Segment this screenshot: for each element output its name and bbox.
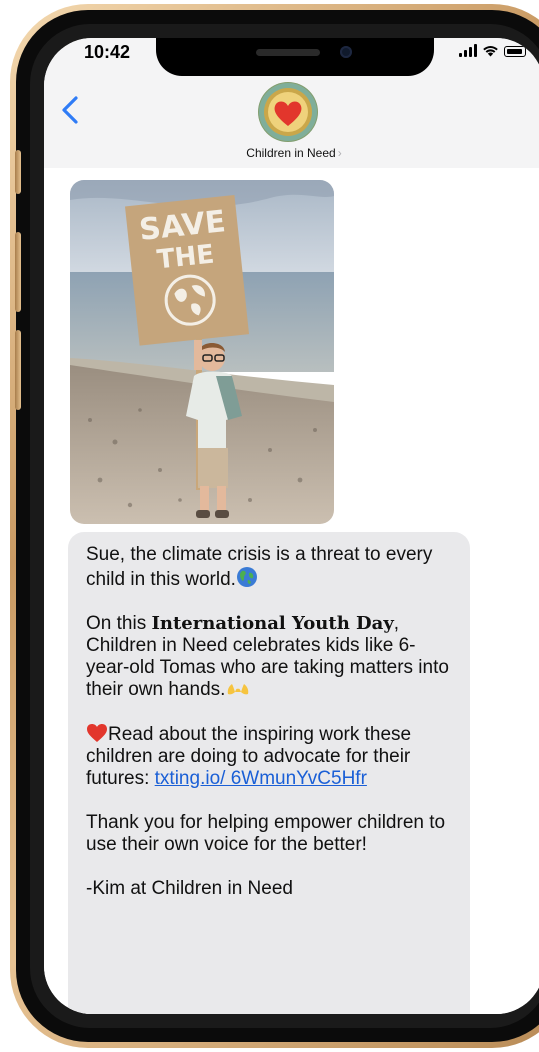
- notch: [156, 38, 434, 76]
- contact-name-label: Children in Need: [246, 146, 336, 160]
- message-paragraph-3: Read about the inspiring work these chil…: [86, 723, 452, 790]
- message-paragraph-2: On this International Youth Day, Childre…: [86, 613, 452, 701]
- back-button[interactable]: [56, 90, 86, 130]
- message-bubble[interactable]: Sue, the climate crisis is a threat to e…: [68, 532, 470, 1014]
- heart-logo-icon: [259, 83, 317, 141]
- mute-switch: [15, 150, 21, 194]
- contact-name-button[interactable]: Children in Need ›: [44, 146, 539, 160]
- message-link[interactable]: txting.io/ 6WmunYvC5Hfr: [155, 768, 367, 789]
- speaker-grille: [256, 49, 320, 56]
- photo-message[interactable]: SAVE THE: [70, 180, 334, 524]
- message-text-2a: On this: [86, 613, 152, 634]
- raising-hands-icon: [228, 684, 249, 695]
- message-text-4: Thank you for helping empower children t…: [86, 812, 446, 855]
- volume-down-button: [15, 330, 21, 410]
- conversation-header: 10:42 Children in Need ›: [44, 38, 539, 169]
- chevron-right-icon: ›: [337, 146, 342, 160]
- red-heart-icon: [87, 724, 107, 742]
- message-bold-text: International Youth Day: [151, 613, 394, 634]
- phone-mockup: 10:42 Children in Need › SAVE THE Sue, t…: [0, 0, 539, 1052]
- chevron-left-icon: [62, 96, 78, 124]
- battery-icon: [504, 46, 526, 57]
- phone-screen: 10:42 Children in Need › SAVE THE Sue, t…: [44, 38, 539, 1014]
- sign-text-line2: THE: [156, 239, 216, 275]
- message-thread[interactable]: SAVE THE Sue, the climate crisis is a th…: [44, 168, 539, 1014]
- status-time: 10:42: [84, 42, 131, 62]
- earth-globe-icon: [236, 567, 257, 587]
- message-paragraph-5: -Kim at Children in Need: [86, 878, 452, 900]
- message-paragraph-1: Sue, the climate crisis is a threat to e…: [86, 544, 452, 591]
- child-with-sign-photo: SAVE THE: [70, 180, 334, 524]
- front-camera: [340, 46, 352, 58]
- message-text-5: -Kim at Children in Need: [86, 878, 293, 899]
- message-paragraph-4: Thank you for helping empower children t…: [86, 812, 452, 856]
- wifi-icon: [483, 46, 498, 57]
- status-icons: [459, 44, 526, 57]
- message-text-1: Sue, the climate crisis is a threat to e…: [86, 544, 433, 590]
- signal-icon: [459, 44, 477, 57]
- volume-up-button: [15, 232, 21, 312]
- contact-avatar[interactable]: [258, 82, 318, 142]
